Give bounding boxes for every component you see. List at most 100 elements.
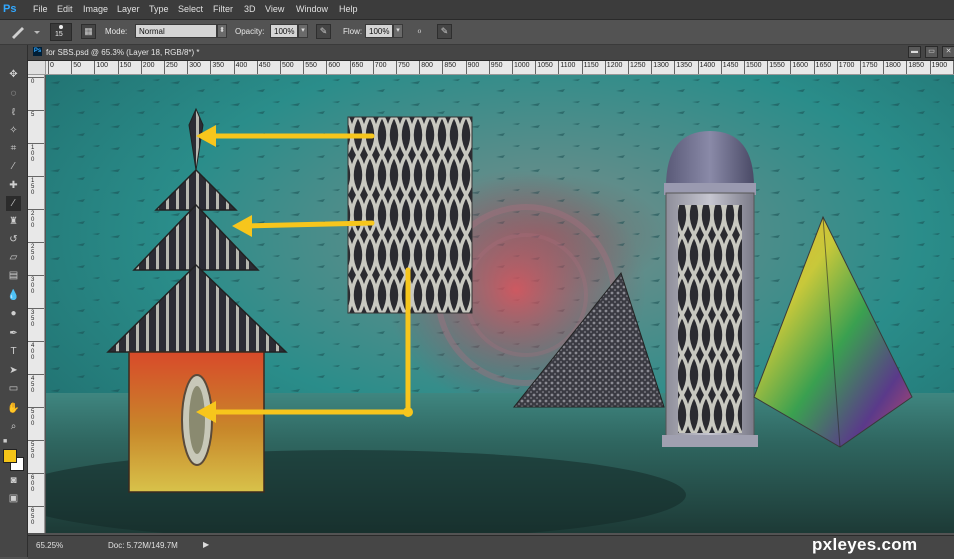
document-ps-icon: Ps	[33, 47, 42, 56]
h-ruler-tick	[628, 61, 629, 74]
h-ruler-tick	[187, 61, 189, 74]
menu-file[interactable]: File	[33, 4, 48, 14]
vertical-ruler[interactable]: 0 5 1 0 0 1 5 0 2 0 0 2 5 0 3 0 0 3 5 0 4 0 0 4 5…	[28, 75, 45, 533]
flow-input[interactable]: 100%	[365, 24, 393, 38]
horizontal-ruler[interactable]: 0 50 100 150 200 250 300 350 400 450 500 550 600 650 7…	[46, 61, 954, 75]
menu-edit[interactable]: Edit	[57, 4, 73, 14]
canvas-artwork	[46, 75, 954, 533]
h-ruler-tick	[906, 61, 908, 74]
opacity-dropdown-arrow-icon[interactable]: ▾	[298, 24, 308, 38]
h-ruler-label: 0	[50, 62, 54, 69]
hand-tool-icon[interactable]: ✋	[6, 401, 21, 416]
h-ruler-tick	[349, 61, 351, 74]
default-colors-icon[interactable]: ■	[3, 438, 11, 445]
menu-layer[interactable]: Layer	[117, 4, 140, 14]
h-ruler-tick	[140, 61, 142, 74]
menu-help[interactable]: Help	[339, 4, 358, 14]
ruler-origin[interactable]	[28, 61, 46, 75]
healing-tool-icon[interactable]: ✚	[6, 178, 21, 193]
mode-dropdown-arrow-icon[interactable]: ⬍	[217, 24, 227, 38]
h-ruler-label: 1100	[560, 62, 576, 69]
status-menu-arrow-icon[interactable]: ▶	[203, 540, 209, 549]
zoom-tool-icon[interactable]: ⌕	[6, 419, 21, 434]
eraser-tool-icon[interactable]: ▱	[6, 250, 21, 265]
h-ruler-label: 1650	[815, 62, 832, 69]
v-ruler-tick	[28, 374, 44, 375]
h-ruler-tick	[813, 61, 815, 74]
airbrush-icon[interactable]: ℴ	[412, 24, 427, 39]
h-ruler-tick	[280, 61, 281, 74]
photoshop-logo: Ps	[3, 3, 17, 15]
path-select-tool-icon[interactable]: ➤	[6, 363, 21, 378]
h-ruler-tick	[767, 61, 769, 74]
h-ruler-tick	[465, 61, 467, 74]
menu-window[interactable]: Window	[296, 4, 328, 14]
brush-tool-icon[interactable]: ∕	[6, 196, 21, 211]
h-ruler-label: 700	[374, 62, 387, 69]
opacity-input[interactable]: 100%	[270, 24, 298, 38]
v-ruler-tick	[28, 506, 44, 507]
gradient-tool-icon[interactable]: ▤	[6, 268, 21, 283]
pressure-opacity-icon[interactable]: ✎	[316, 24, 331, 39]
v-ruler-label: 3 0 0	[31, 277, 35, 295]
foreground-color-swatch[interactable]	[3, 449, 17, 463]
v-ruler-tick	[28, 473, 44, 474]
menu-select[interactable]: Select	[178, 4, 203, 14]
v-ruler-tick	[28, 407, 44, 408]
clone-stamp-tool-icon[interactable]: ♜	[6, 214, 21, 229]
h-ruler-tick	[442, 61, 444, 74]
pressure-size-icon[interactable]: ✎	[437, 24, 452, 39]
menu-type[interactable]: Type	[149, 4, 169, 14]
h-ruler-tick	[604, 61, 606, 74]
h-ruler-label: 1050	[537, 62, 553, 69]
type-tool-icon[interactable]: T	[6, 344, 21, 359]
h-ruler-label: 550	[305, 62, 317, 69]
brush-size-picker[interactable]: 15	[50, 23, 72, 41]
move-tool-icon[interactable]: ✥	[6, 67, 21, 82]
quick-mask-icon[interactable]: ◙	[6, 473, 21, 488]
v-ruler-label: 5	[31, 112, 35, 118]
brush-icon	[12, 27, 40, 39]
lasso-tool-icon[interactable]: ℓ	[6, 105, 21, 120]
document-tab-title[interactable]: for SBS.psd @ 65.3% (Layer 18, RGB/8*) *	[46, 48, 200, 57]
mode-select[interactable]: Normal	[135, 24, 217, 38]
h-ruler-label: 1150	[583, 62, 599, 69]
h-ruler-label: 100	[96, 62, 109, 69]
close-icon[interactable]: ✕	[942, 46, 954, 58]
h-ruler-tick	[744, 61, 745, 74]
pen-tool-icon[interactable]: ✒	[6, 326, 21, 341]
restore-icon[interactable]: ▭	[925, 46, 938, 58]
menu-image[interactable]: Image	[83, 4, 108, 14]
minimize-icon[interactable]: ▬	[908, 46, 921, 58]
zoom-level[interactable]: 65.25%	[36, 541, 63, 550]
screen-mode-icon[interactable]: ▣	[6, 491, 21, 506]
v-ruler-tick	[28, 209, 44, 210]
crop-tool-icon[interactable]: ⌗	[6, 141, 21, 156]
h-ruler-label: 250	[166, 62, 178, 69]
h-ruler-label: 400	[235, 62, 248, 69]
brush-size-value: 15	[55, 31, 63, 38]
menu-view[interactable]: View	[265, 4, 284, 14]
h-ruler-label: 750	[398, 62, 410, 69]
h-ruler-tick	[929, 61, 931, 74]
brush-panel-toggle-icon[interactable]: ▦	[81, 24, 96, 39]
h-ruler-label: 1750	[862, 62, 878, 69]
blur-tool-icon[interactable]: 💧	[6, 288, 21, 303]
dodge-tool-icon[interactable]: ●	[6, 306, 21, 321]
history-brush-tool-icon[interactable]: ↺	[6, 232, 21, 247]
marquee-tool-icon[interactable]: ◌	[6, 86, 21, 101]
document-canvas[interactable]	[46, 75, 954, 533]
h-ruler-tick	[117, 61, 119, 74]
options-bar: 15 ▦ Mode: Normal ⬍ Opacity: 100% ▾ ✎ Fl…	[0, 20, 954, 45]
h-ruler-tick	[71, 61, 73, 74]
v-ruler-label: 5 0 0	[31, 409, 35, 427]
h-ruler-tick	[535, 61, 537, 74]
flow-dropdown-arrow-icon[interactable]: ▾	[393, 24, 403, 38]
eyedropper-tool-icon[interactable]: ⁄	[6, 159, 21, 174]
h-ruler-label: 1800	[885, 62, 901, 69]
quick-select-tool-icon[interactable]: ✧	[6, 123, 21, 138]
shape-tool-icon[interactable]: ▭	[6, 381, 21, 396]
menu-filter[interactable]: Filter	[213, 4, 233, 14]
tool-preset-picker[interactable]	[8, 24, 40, 40]
menu-3d[interactable]: 3D	[244, 4, 256, 14]
